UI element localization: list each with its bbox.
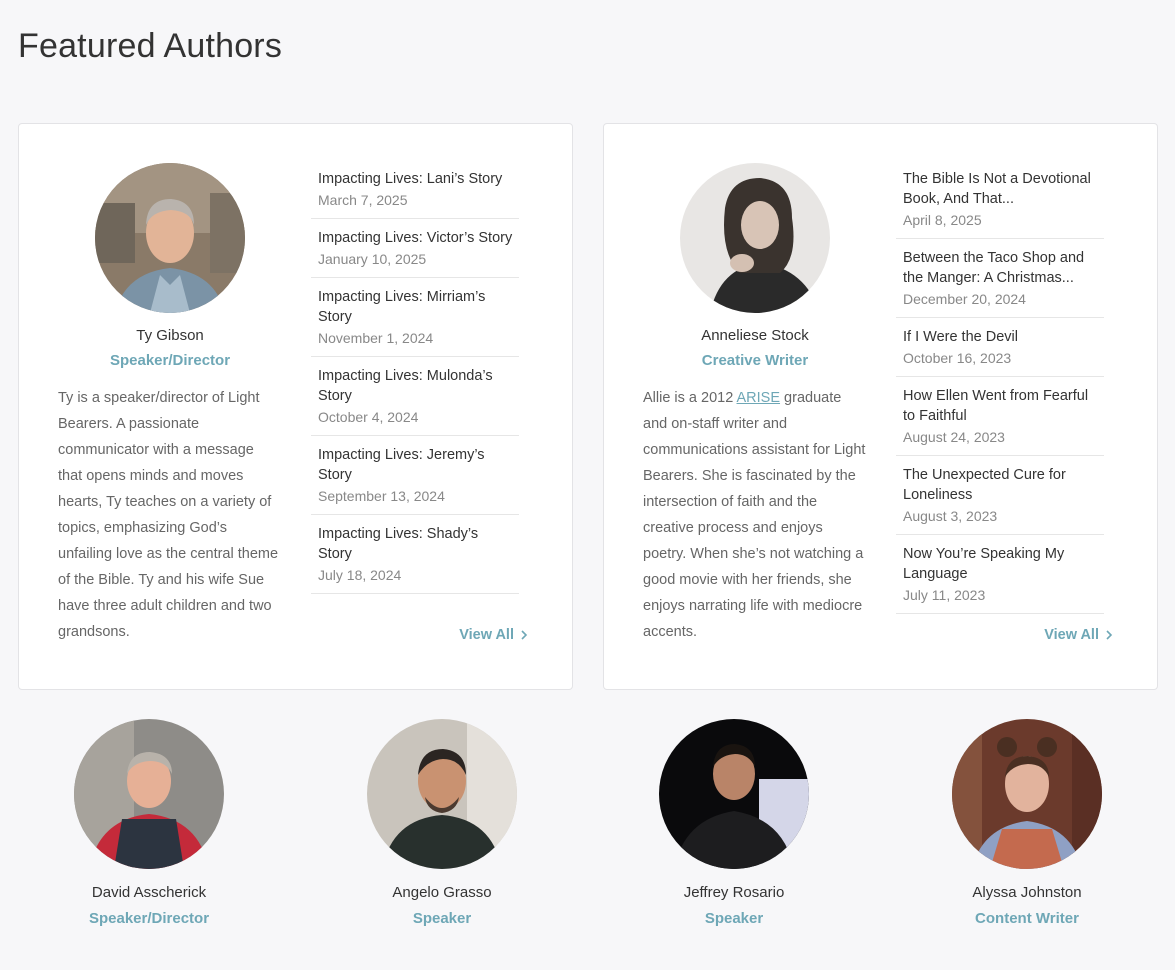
article-list: The Bible Is Not a Devotional Book, And …	[896, 169, 1104, 623]
article-title[interactable]: Impacting Lives: Jeremy’s Story	[318, 445, 513, 485]
article-title[interactable]: The Unexpected Cure for Loneliness	[903, 465, 1098, 505]
page-title: Featured Authors	[18, 27, 283, 65]
article-title[interactable]: If I Were the Devil	[903, 327, 1098, 347]
article-item[interactable]: Impacting Lives: Mirriam’s Story Novembe…	[311, 287, 519, 357]
article-date: January 10, 2025	[318, 251, 427, 267]
arise-link[interactable]: ARISE	[737, 390, 781, 406]
article-date: August 24, 2023	[903, 429, 1005, 445]
author-role: Speaker/Director	[109, 352, 231, 369]
view-all-link[interactable]: View All	[459, 627, 528, 643]
avatar-alyssa-johnston[interactable]	[952, 719, 1102, 869]
article-date: December 20, 2024	[903, 291, 1026, 307]
author-role: Speaker	[412, 910, 472, 927]
author-name[interactable]: Jeffrey Rosario	[634, 884, 834, 901]
article-item[interactable]: Impacting Lives: Victor’s Story January …	[311, 228, 519, 278]
article-list: Impacting Lives: Lani’s Story March 7, 2…	[311, 169, 519, 603]
article-date: March 7, 2025	[318, 192, 408, 208]
article-date: November 1, 2024	[318, 330, 434, 346]
author-tile-david-asscherick[interactable]: David Asscherick Speaker/Director	[49, 719, 249, 927]
article-date: July 11, 2023	[903, 587, 986, 603]
chevron-right-icon	[1106, 630, 1113, 640]
author-bio: Allie is a 2012 ARISE graduate and on-st…	[643, 385, 867, 645]
article-title[interactable]: Impacting Lives: Mirriam’s Story	[318, 287, 513, 327]
author-name[interactable]: Anneliese Stock	[643, 327, 867, 344]
article-title[interactable]: Impacting Lives: Lani’s Story	[318, 169, 513, 189]
avatar-anneliese-stock[interactable]	[680, 163, 830, 313]
article-item[interactable]: Between the Taco Shop and the Manger: A …	[896, 248, 1104, 318]
author-tile-jeffrey-rosario[interactable]: Jeffrey Rosario Speaker	[634, 719, 834, 927]
article-item[interactable]: If I Were the Devil October 16, 2023	[896, 327, 1104, 377]
article-title[interactable]: Impacting Lives: Victor’s Story	[318, 228, 513, 248]
article-title[interactable]: The Bible Is Not a Devotional Book, And …	[903, 169, 1098, 209]
chevron-right-icon	[521, 630, 528, 640]
author-role: Content Writer	[975, 910, 1079, 927]
article-item[interactable]: Impacting Lives: Mulonda’s Story October…	[311, 366, 519, 436]
view-all-label: View All	[459, 627, 514, 643]
article-date: April 8, 2025	[903, 212, 982, 228]
author-role: Creative Writer	[701, 352, 809, 369]
article-title[interactable]: Impacting Lives: Shady’s Story	[318, 524, 513, 564]
bio-text: Allie is a 2012	[643, 390, 737, 406]
featured-author-card-anneliese-stock: Anneliese Stock Creative Writer Allie is…	[603, 123, 1158, 690]
article-title[interactable]: Between the Taco Shop and the Manger: A …	[903, 248, 1098, 288]
avatar-jeffrey-rosario[interactable]	[659, 719, 809, 869]
author-name[interactable]: Angelo Grasso	[342, 884, 542, 901]
article-item[interactable]: Impacting Lives: Shady’s Story July 18, …	[311, 524, 519, 594]
article-date: October 4, 2024	[318, 409, 419, 425]
article-item[interactable]: The Bible Is Not a Devotional Book, And …	[896, 169, 1104, 239]
avatar-angelo-grasso[interactable]	[367, 719, 517, 869]
view-all-link[interactable]: View All	[1044, 627, 1113, 643]
article-date: September 13, 2024	[318, 488, 445, 504]
featured-author-card-ty-gibson: Ty Gibson Speaker/Director Ty is a speak…	[18, 123, 573, 690]
bio-text: graduate and on-staff writer and communi…	[643, 390, 866, 640]
author-profile: Anneliese Stock Creative Writer Allie is…	[643, 163, 867, 645]
author-bio: Ty is a speaker/director of Light Bearer…	[58, 390, 279, 640]
author-name[interactable]: Alyssa Johnston	[927, 884, 1127, 901]
author-name[interactable]: David Asscherick	[49, 884, 249, 901]
article-title[interactable]: Impacting Lives: Mulonda’s Story	[318, 366, 513, 406]
article-item[interactable]: Now You’re Speaking My Language July 11,…	[896, 544, 1104, 614]
article-date: August 3, 2023	[903, 508, 998, 524]
article-item[interactable]: How Ellen Went from Fearful to Faithful …	[896, 386, 1104, 456]
author-tile-angelo-grasso[interactable]: Angelo Grasso Speaker	[342, 719, 542, 927]
article-date: October 16, 2023	[903, 350, 1012, 366]
author-name[interactable]: Ty Gibson	[58, 327, 282, 344]
author-profile: Ty Gibson Speaker/Director Ty is a speak…	[58, 163, 282, 645]
author-role: Speaker	[704, 910, 764, 927]
article-date: July 18, 2024	[318, 567, 402, 583]
view-all-label: View All	[1044, 627, 1099, 643]
article-item[interactable]: Impacting Lives: Jeremy’s Story Septembe…	[311, 445, 519, 515]
avatar-ty-gibson[interactable]	[95, 163, 245, 313]
author-role: Speaker/Director	[88, 910, 210, 927]
article-title[interactable]: How Ellen Went from Fearful to Faithful	[903, 386, 1098, 426]
article-item[interactable]: Impacting Lives: Lani’s Story March 7, 2…	[311, 169, 519, 219]
article-item[interactable]: The Unexpected Cure for Loneliness Augus…	[896, 465, 1104, 535]
avatar-david-asscherick[interactable]	[74, 719, 224, 869]
author-tile-alyssa-johnston[interactable]: Alyssa Johnston Content Writer	[927, 719, 1127, 927]
article-title[interactable]: Now You’re Speaking My Language	[903, 544, 1098, 584]
